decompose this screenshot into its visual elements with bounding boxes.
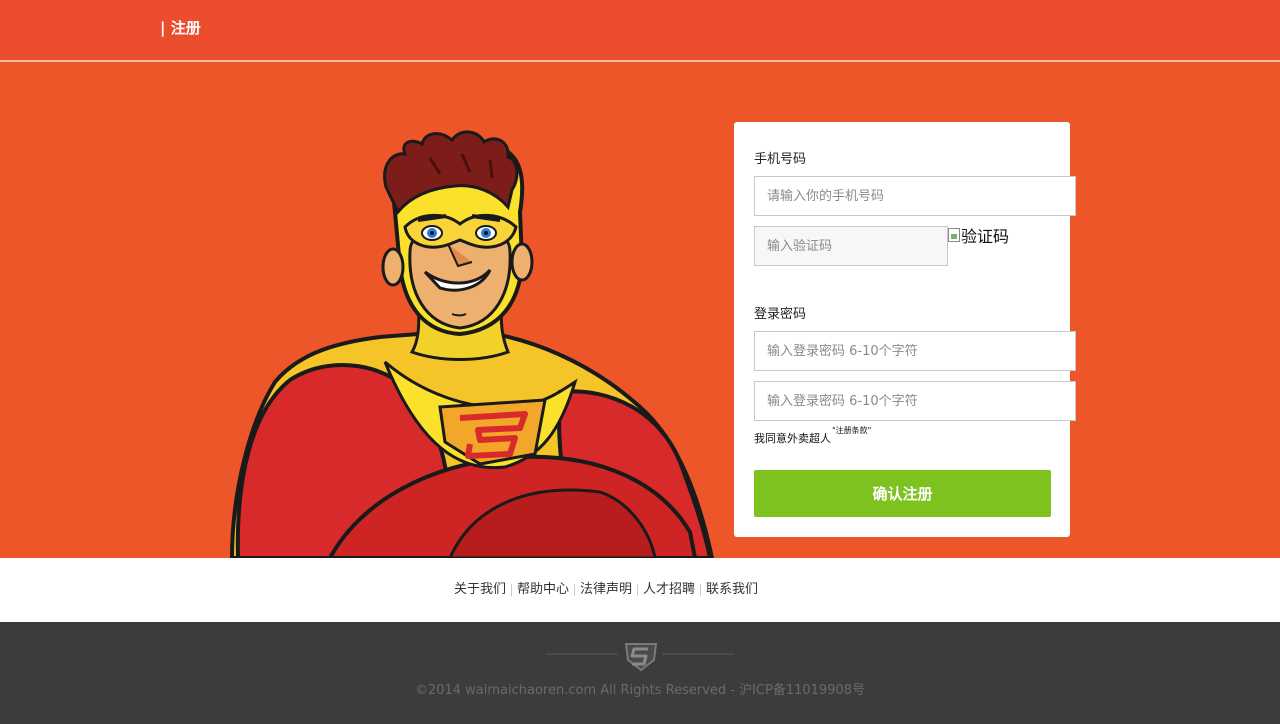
superhero-s-shield-icon	[546, 643, 734, 672]
captcha-image[interactable]: 验证码	[948, 224, 1009, 246]
hero-banner	[0, 62, 1280, 558]
verification-code-input[interactable]	[754, 226, 948, 266]
footer-link-help[interactable]: 帮助中心	[512, 583, 574, 597]
password-confirm-input[interactable]	[754, 381, 1076, 421]
captcha-alt-text: 验证码	[961, 229, 1010, 246]
page-title: | 注册	[160, 19, 201, 37]
footer-link-careers[interactable]: 人才招聘	[638, 583, 700, 597]
superhero-mascot-illustration	[229, 130, 715, 558]
agreement-text: 我同意外卖超人	[754, 432, 831, 445]
bottom-bar: ©2014 waimaichaoren.com All Rights Reser…	[0, 622, 1280, 724]
footer-link-about[interactable]: 关于我们	[449, 583, 511, 597]
confirm-register-button[interactable]: 确认注册	[754, 470, 1051, 517]
agreement-row: 我同意外卖超人 "注册条款"	[754, 426, 871, 446]
top-header: | 注册	[0, 0, 1280, 60]
password-input[interactable]	[754, 331, 1076, 371]
footer-links-bar: 关于我们 帮助中心 法律声明 人才招聘 联系我们	[0, 558, 1280, 622]
copyright-text: ©2014 waimaichaoren.com All Rights Reser…	[414, 683, 866, 698]
terms-link[interactable]: "注册条款"	[832, 425, 871, 436]
password-label: 登录密码	[754, 307, 807, 322]
phone-label: 手机号码	[754, 152, 807, 167]
phone-input[interactable]	[754, 176, 1076, 216]
footer-links: 关于我们 帮助中心 法律声明 人才招聘 联系我们	[449, 583, 763, 597]
footer-link-contact[interactable]: 联系我们	[701, 583, 763, 597]
register-card: 手机号码 验证码 登录密码 我同意外卖超人 "注册条款" 确认注册	[734, 122, 1076, 537]
broken-image-icon	[948, 228, 960, 242]
footer-link-legal[interactable]: 法律声明	[575, 583, 637, 597]
